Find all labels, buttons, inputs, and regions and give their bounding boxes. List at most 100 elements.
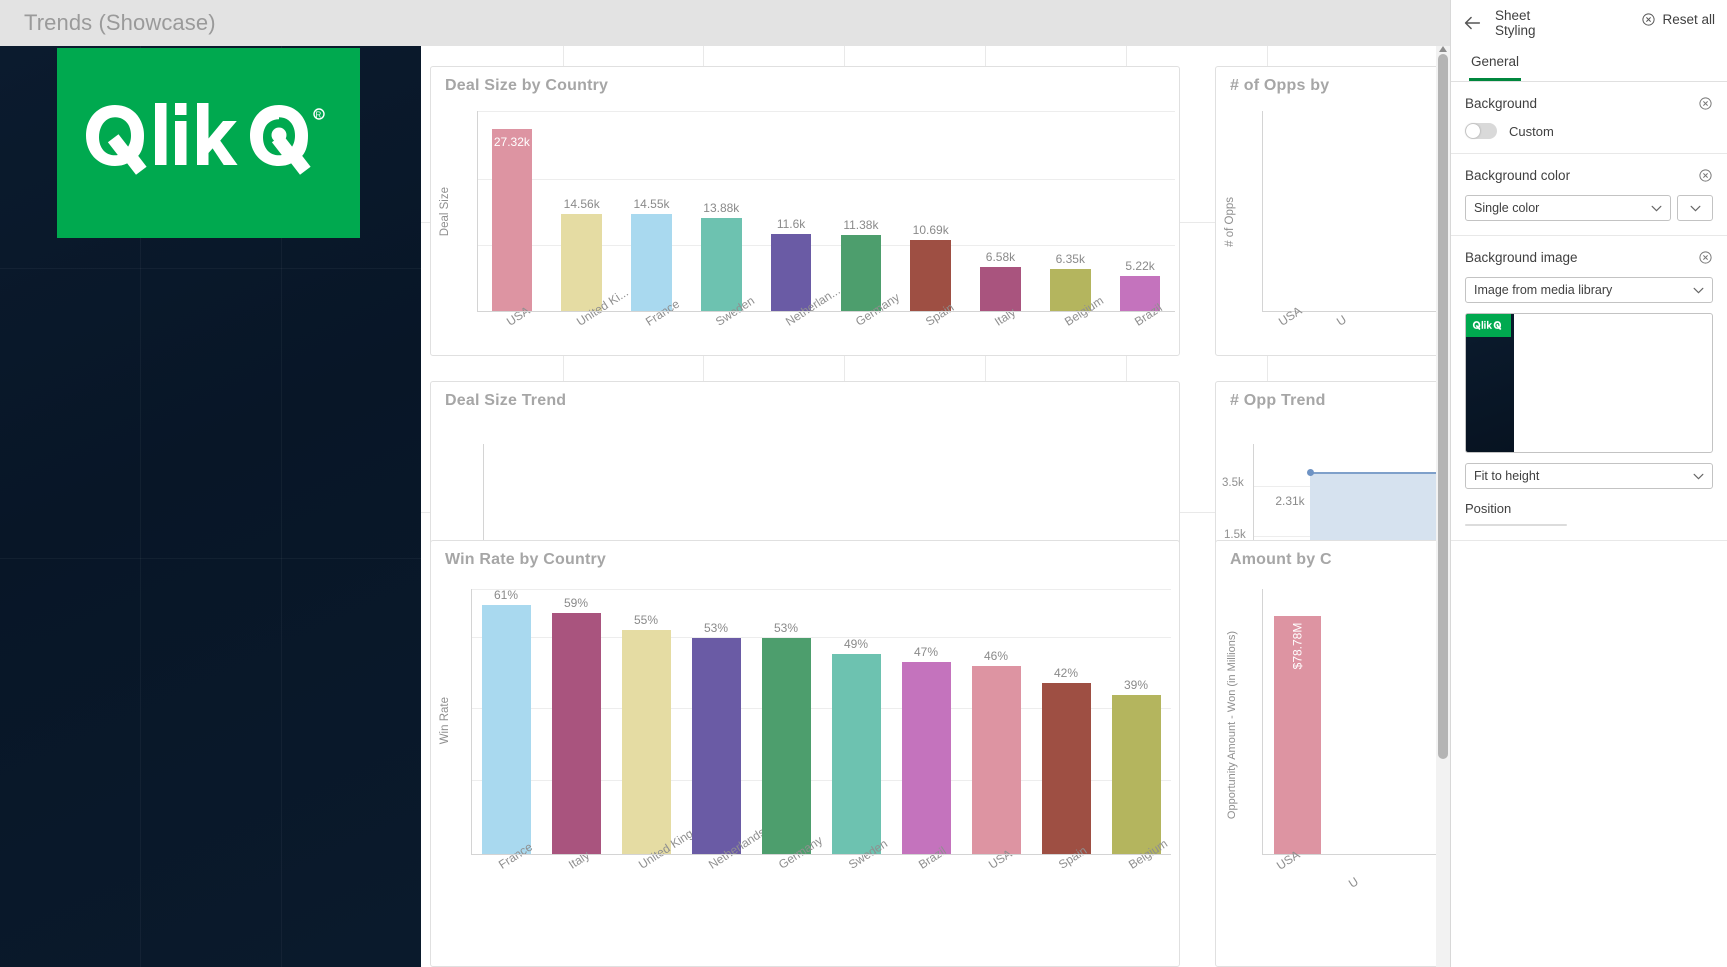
image-source-select[interactable]: Image from media library [1465, 277, 1713, 303]
chart-title: Win Rate by Country [445, 551, 606, 568]
panel-tabs: General [1451, 48, 1727, 82]
bar[interactable] [770, 233, 812, 311]
plot-area: $78.78M [1262, 589, 1450, 854]
y-axis-title: Win Rate [439, 697, 451, 745]
gridline [477, 179, 1175, 180]
vertical-scrollbar[interactable] [1436, 46, 1450, 967]
bar[interactable] [831, 654, 881, 854]
chart-opp-trend[interactable]: # Opp Trend 3.5k 1.5k 0 2.31k [1215, 381, 1450, 579]
scroll-up-arrow-icon[interactable] [1439, 46, 1447, 52]
bar[interactable] [980, 267, 1021, 311]
reset-icon[interactable] [1698, 168, 1713, 183]
arrow-left-icon[interactable] [1461, 12, 1483, 34]
data-label: 42% [1053, 665, 1079, 680]
custom-background-label: Custom [1509, 123, 1554, 139]
image-sizing-value: Fit to height [1474, 469, 1540, 483]
bar[interactable] [691, 637, 741, 854]
chart-title: Deal Size Trend [445, 392, 567, 409]
chevron-down-icon [1651, 205, 1662, 211]
bar[interactable] [761, 637, 811, 854]
background-color-swatch-select[interactable] [1677, 195, 1713, 221]
image-sizing-select[interactable]: Fit to height [1465, 463, 1713, 489]
sheet-canvas: Deal Size by Country Deal Size 27.32k USA… [0, 46, 1450, 967]
page-title: Trends (Showcase) [24, 10, 216, 35]
bar[interactable] [491, 128, 533, 311]
background-color-controls: Single color [1465, 195, 1713, 221]
section-background-image: Background image Image from media librar… [1451, 236, 1727, 541]
qlik-logo-icon [1472, 320, 1502, 330]
chevron-down-icon [1690, 205, 1700, 211]
bar[interactable] [901, 662, 951, 854]
gridline [477, 111, 1175, 112]
section-header: Background [1465, 96, 1713, 111]
panel-header: Sheet Styling Reset all [1451, 0, 1727, 48]
y-axis-line [471, 589, 472, 854]
data-label: 11.38k [843, 218, 879, 233]
y-axis-title: Deal Size [439, 187, 451, 237]
plot-area [1262, 111, 1450, 311]
tab-general[interactable]: General [1469, 48, 1522, 81]
bar[interactable] [551, 613, 601, 854]
data-label: 10.69k [912, 222, 949, 237]
bar[interactable] [481, 605, 531, 854]
chart-title: Amount by C [1230, 551, 1332, 568]
chart-amount-by-country[interactable]: Amount by C Opportunity Amount - Won (in… [1215, 540, 1450, 967]
bar[interactable] [561, 213, 602, 311]
panel-title: Sheet Styling [1495, 8, 1536, 38]
chevron-down-icon [1693, 473, 1704, 479]
chevron-down-icon [1693, 287, 1704, 293]
background-color-mode-value: Single color [1474, 201, 1540, 215]
data-label: $78.78M [1290, 622, 1305, 670]
data-label: 14.56k [563, 196, 600, 211]
reset-all-button[interactable]: Reset all [1641, 12, 1715, 27]
bar[interactable] [701, 218, 742, 311]
plot-area: 27.32k USA 14.56k United Ki... 14.55k France 1… [477, 111, 1175, 329]
chart-win-rate-by-country[interactable]: Win Rate by Country Win Rate 61% France 59… [430, 540, 1180, 967]
reset-icon[interactable] [1698, 250, 1713, 265]
chart-opps-by-country[interactable]: # of Opps by # of Opps USA U [1215, 66, 1450, 356]
qlik-logo-mini [1466, 314, 1511, 337]
section-title: Background image [1465, 250, 1578, 265]
image-position-grid[interactable] [1465, 524, 1567, 526]
scrollbar-thumb[interactable] [1438, 54, 1448, 759]
background-color-mode-select[interactable]: Single color [1465, 195, 1671, 221]
sheet-header: Trends (Showcase) [0, 0, 1450, 46]
section-title: Background color [1465, 168, 1571, 183]
y-axis-title: # of Opps [1224, 197, 1236, 247]
y-axis-line [483, 444, 484, 549]
background-image-preview[interactable] [1465, 313, 1713, 453]
reset-all-label: Reset all [1662, 12, 1715, 27]
data-label: 49% [843, 637, 869, 652]
y-axis-line [477, 111, 478, 311]
bar[interactable] [631, 214, 672, 311]
reset-icon [1642, 13, 1656, 26]
y-axis-line [1262, 111, 1263, 311]
bar[interactable] [840, 235, 882, 311]
chart-title: # of Opps by [1230, 77, 1330, 94]
chart-deal-size-trend[interactable]: Deal Size Trend [430, 381, 1180, 561]
chart-deal-size-by-country[interactable]: Deal Size by Country Deal Size 27.32k USA… [430, 66, 1180, 356]
section-header: Background image [1465, 250, 1713, 265]
image-source-value: Image from media library [1474, 283, 1613, 297]
chart-title: # Opp Trend [1230, 392, 1326, 409]
bar[interactable] [1111, 695, 1161, 854]
x-tick-label: U [1334, 312, 1349, 329]
y-tick-label: 3.5k [1222, 477, 1244, 489]
data-label: 47% [913, 645, 939, 660]
bar[interactable] [621, 629, 671, 854]
bar[interactable] [971, 666, 1021, 854]
data-label: 53% [773, 620, 799, 635]
reset-icon[interactable] [1698, 96, 1713, 111]
section-header: Background color [1465, 168, 1713, 183]
plot-area: 61% France 59% Italy 55% United King... 53% Net… [471, 588, 1171, 872]
data-label: 27.32k [493, 134, 530, 149]
data-label: 59% [563, 596, 589, 611]
data-label: 13.88k [703, 201, 740, 216]
gridline [471, 589, 1171, 590]
x-axis-line [471, 854, 1171, 855]
section-background-color: Background color Single color [1451, 154, 1727, 236]
data-label: 14.55k [633, 197, 670, 211]
bar[interactable] [1041, 682, 1091, 854]
custom-background-toggle[interactable] [1465, 123, 1497, 139]
bar[interactable] [910, 239, 951, 311]
